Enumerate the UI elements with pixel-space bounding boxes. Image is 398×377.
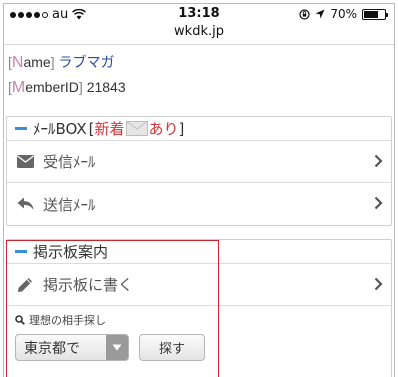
search-button[interactable]: 探す [139, 334, 205, 361]
section-marker [15, 250, 27, 253]
member-id-line: [MemberID] 21843 [8, 79, 126, 96]
mail-box-title: ﾒｰﾙBOX [33, 120, 87, 138]
mail-box-panel: ﾒｰﾙBOX [ 新着 あり ] 受信ﾒｰﾙ 送信ﾒｰﾙ [6, 116, 392, 226]
pencil-icon [17, 277, 35, 293]
location-arrow-icon [315, 9, 325, 19]
new-mail-badge: 新着 [94, 120, 125, 138]
address-bar[interactable]: wkdk.jp [4, 24, 394, 45]
battery-percent: 70% [330, 7, 357, 21]
partner-search: 理想の相手探し 東京都で 探す [7, 306, 391, 367]
chevron-right-icon [374, 277, 383, 291]
new-mail-badge-suffix: あり [148, 120, 179, 138]
partner-search-heading: 理想の相手探し [15, 312, 383, 328]
member-label-initial: M [11, 79, 26, 96]
battery-icon [362, 8, 388, 20]
member-name: ラブマガ [58, 54, 115, 70]
bulletin-panel: 掲示板案内 掲示板に書く 理想の相手探し 東京都で 探す [6, 239, 392, 377]
search-button-label: 探す [158, 342, 185, 357]
section-marker [15, 127, 27, 130]
bulletin-header: 掲示板案内 [7, 240, 391, 264]
reply-icon [17, 197, 35, 211]
envelope-badge-icon [125, 121, 148, 136]
prefecture-select[interactable]: 東京都で [15, 334, 129, 361]
envelope-icon [17, 155, 35, 168]
inbox-label: 受信ﾒｰﾙ [43, 153, 96, 171]
write-bulletin-link[interactable]: 掲示板に書く [7, 264, 391, 306]
name-line: [Name] ラブマガ [8, 54, 115, 71]
name-label-rest: ame [23, 54, 51, 70]
member-label-rest: emberID [25, 79, 79, 95]
url-text: wkdk.jp [174, 24, 224, 39]
member-id-value: 21843 [86, 79, 126, 95]
status-bar: au 13:18 70% [4, 4, 394, 24]
orientation-lock-icon [299, 8, 310, 20]
prefecture-select-value: 東京都で [24, 340, 80, 357]
chevron-down-icon [106, 335, 128, 360]
write-bulletin-label: 掲示板に書く [43, 276, 134, 294]
sent-mail-link[interactable]: 送信ﾒｰﾙ [7, 183, 391, 225]
chevron-right-icon [374, 154, 383, 168]
mail-box-header: ﾒｰﾙBOX [ 新着 あり ] [7, 117, 391, 141]
search-icon [15, 315, 25, 325]
phone-screen: au 13:18 70% wkdk.jp [Name] ラブマガ [Member… [3, 3, 395, 377]
partner-search-label: 理想の相手探し [29, 314, 106, 327]
name-label-initial: N [11, 54, 24, 71]
sent-mail-label: 送信ﾒｰﾙ [43, 195, 96, 214]
chevron-right-icon [374, 196, 383, 210]
inbox-link[interactable]: 受信ﾒｰﾙ [7, 141, 391, 183]
bulletin-title: 掲示板案内 [33, 243, 109, 261]
